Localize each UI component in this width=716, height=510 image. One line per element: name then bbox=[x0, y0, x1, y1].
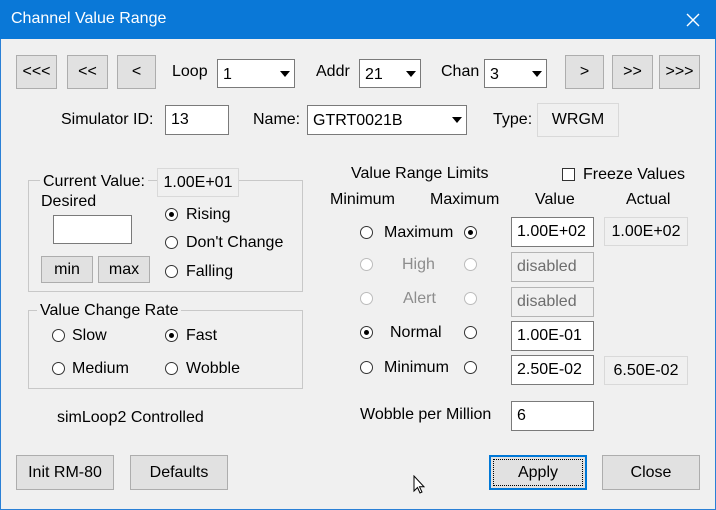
high-min-radio bbox=[360, 258, 373, 271]
slow-radio[interactable] bbox=[52, 329, 65, 342]
defaults-button[interactable]: Defaults bbox=[130, 455, 228, 490]
alert-value-field: disabled bbox=[511, 287, 594, 317]
current-value-readout: 1.00E+01 bbox=[157, 168, 239, 197]
name-select[interactable]: GTRT0021B bbox=[307, 105, 467, 135]
next-button[interactable]: > bbox=[565, 55, 604, 89]
alert-row-label: Alert bbox=[403, 290, 436, 307]
prev-button[interactable]: < bbox=[117, 55, 156, 89]
wobble-per-million-label: Wobble per Million bbox=[360, 406, 492, 423]
rising-radio[interactable] bbox=[165, 208, 178, 221]
minimum-row-label: Minimum bbox=[384, 359, 449, 376]
change-rate-legend: Value Change Rate bbox=[37, 302, 182, 320]
change-rate-group bbox=[28, 310, 303, 389]
maximum-value-field[interactable]: 1.00E+02 bbox=[511, 217, 594, 247]
medium-radio[interactable] bbox=[52, 362, 65, 375]
loop-label: Loop bbox=[172, 63, 208, 80]
medium-label: Medium bbox=[72, 360, 129, 377]
desired-input[interactable] bbox=[53, 215, 132, 244]
next-fast-button[interactable]: >> bbox=[612, 55, 653, 89]
close-button[interactable]: Close bbox=[602, 455, 700, 490]
fast-radio[interactable] bbox=[165, 329, 178, 342]
init-rm80-button[interactable]: Init RM-80 bbox=[16, 455, 114, 490]
min-button[interactable]: min bbox=[41, 256, 93, 283]
high-max-radio bbox=[464, 258, 477, 271]
dont-change-radio[interactable] bbox=[165, 236, 178, 249]
maximum-actual: 1.00E+02 bbox=[604, 217, 688, 246]
name-value: GTRT0021B bbox=[313, 112, 403, 129]
fast-label: Fast bbox=[186, 327, 218, 344]
falling-label: Falling bbox=[186, 263, 234, 280]
rising-label: Rising bbox=[186, 206, 231, 223]
addr-value: 21 bbox=[365, 66, 383, 83]
freeze-values-checkbox[interactable] bbox=[562, 168, 575, 181]
close-window-button[interactable] bbox=[670, 0, 716, 39]
col-value-header: Value bbox=[535, 191, 575, 208]
col-actual-header: Actual bbox=[626, 191, 671, 208]
high-row-label: High bbox=[402, 256, 435, 273]
normal-max-radio[interactable] bbox=[464, 326, 477, 339]
falling-radio[interactable] bbox=[165, 265, 178, 278]
high-value-field: disabled bbox=[511, 252, 594, 282]
max-button[interactable]: max bbox=[98, 256, 150, 283]
wobble-label: Wobble bbox=[186, 360, 240, 377]
current-value-legend: Current Value: bbox=[40, 173, 148, 191]
minimum-value-field[interactable]: 2.50E-02 bbox=[511, 355, 594, 385]
type-label: Type: bbox=[493, 111, 533, 128]
first-button[interactable]: <<< bbox=[16, 55, 57, 89]
chan-label: Chan bbox=[441, 63, 480, 80]
maximum-row-label: Maximum bbox=[384, 224, 454, 241]
normal-row-label: Normal bbox=[390, 324, 442, 341]
type-value: WRGM bbox=[537, 103, 619, 137]
dont-change-label: Don't Change bbox=[186, 234, 284, 251]
normal-value-field[interactable]: 1.00E-01 bbox=[511, 321, 594, 351]
addr-label: Addr bbox=[316, 63, 350, 80]
close-icon bbox=[686, 13, 700, 26]
chevron-down-icon bbox=[527, 60, 546, 87]
title-bar: Channel Value Range bbox=[0, 0, 716, 39]
loop-value: 1 bbox=[223, 66, 232, 83]
minimum-max-radio[interactable] bbox=[464, 361, 477, 374]
chevron-down-icon bbox=[401, 60, 420, 87]
mouse-cursor-icon bbox=[413, 475, 425, 494]
simulator-id-field[interactable]: 13 bbox=[165, 105, 229, 135]
chan-value: 3 bbox=[490, 66, 499, 83]
maximum-max-radio[interactable] bbox=[464, 226, 477, 239]
maximum-min-radio[interactable] bbox=[360, 226, 373, 239]
chevron-down-icon bbox=[447, 106, 466, 134]
name-label: Name: bbox=[253, 111, 301, 128]
col-maximum-header: Maximum bbox=[430, 191, 500, 208]
chevron-down-icon bbox=[275, 60, 294, 87]
minimum-actual: 6.50E-02 bbox=[604, 356, 688, 385]
normal-min-radio[interactable] bbox=[360, 326, 373, 339]
limits-title: Value Range Limits bbox=[351, 165, 489, 182]
addr-select[interactable]: 21 bbox=[359, 59, 421, 88]
desired-label: Desired bbox=[41, 193, 97, 210]
loop-select[interactable]: 1 bbox=[217, 59, 295, 88]
prev-fast-button[interactable]: << bbox=[67, 55, 108, 89]
wobble-per-million-field[interactable]: 6 bbox=[511, 401, 594, 431]
minimum-min-radio[interactable] bbox=[360, 361, 373, 374]
window-title: Channel Value Range bbox=[11, 10, 167, 27]
alert-max-radio bbox=[464, 292, 477, 305]
wobble-radio[interactable] bbox=[165, 362, 178, 375]
slow-label: Slow bbox=[72, 327, 107, 344]
col-minimum-header: Minimum bbox=[330, 191, 395, 208]
chan-select[interactable]: 3 bbox=[484, 59, 547, 88]
alert-min-radio bbox=[360, 292, 373, 305]
controlled-status: simLoop2 Controlled bbox=[57, 409, 204, 426]
apply-button[interactable]: Apply bbox=[489, 455, 587, 490]
freeze-values-label: Freeze Values bbox=[583, 166, 685, 183]
simulator-id-label: Simulator ID: bbox=[61, 111, 154, 128]
last-button[interactable]: >>> bbox=[659, 55, 700, 89]
